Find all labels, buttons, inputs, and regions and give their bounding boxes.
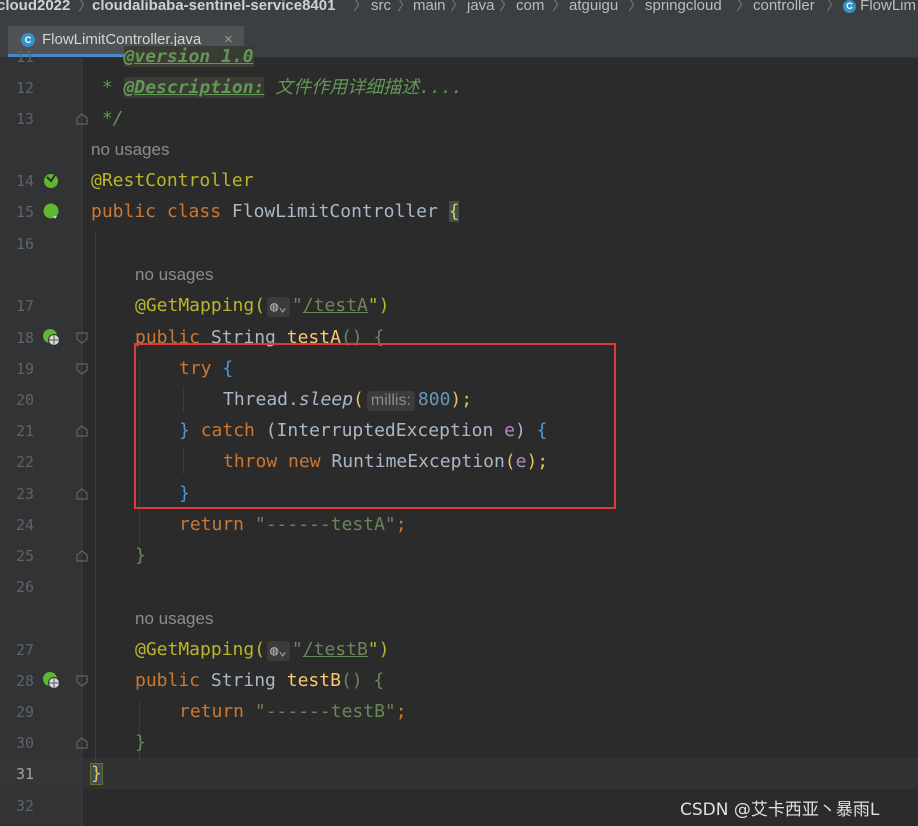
line-number: 25	[15, 547, 34, 565]
line-number: 18	[15, 329, 34, 347]
breadcrumb-separator-icon: 〉	[353, 0, 369, 14]
line-number: 12	[15, 79, 34, 97]
code-line: }	[135, 732, 146, 753]
breadcrumb-item[interactable]: java	[467, 0, 495, 13]
breadcrumb-item[interactable]: com	[516, 0, 544, 13]
spring-bean-icon[interactable]	[42, 171, 60, 189]
fold-end-icon[interactable]	[76, 550, 88, 562]
breadcrumb-item[interactable]: main	[413, 0, 446, 13]
breadcrumb-item-class[interactable]: C FlowLim	[843, 0, 916, 13]
class-icon: C	[843, 0, 856, 13]
line-number: 24	[15, 516, 34, 534]
highlight-box	[134, 343, 616, 509]
line-number-current: 31	[15, 765, 34, 783]
breadcrumb-item[interactable]: atguigu	[569, 0, 618, 13]
line-number: 11	[15, 48, 34, 66]
breadcrumb-separator-icon: 〉	[499, 0, 515, 14]
breadcrumb-item[interactable]: cloudalibaba-sentinel-service8401	[92, 0, 335, 13]
fold-end-icon[interactable]	[76, 737, 88, 749]
gutter-divider	[81, 58, 82, 826]
fold-start-icon[interactable]	[76, 332, 88, 344]
fold-end-icon[interactable]	[76, 488, 88, 500]
indent-guide	[95, 233, 96, 763]
line-number: 17	[15, 297, 34, 315]
line-number: 13	[15, 110, 34, 128]
breadcrumb-separator-icon: 〉	[78, 0, 94, 14]
watermark: CSDN @艾卡西亚丶暴雨L	[680, 800, 880, 820]
line-number: 22	[15, 453, 34, 471]
line-number: 15	[15, 203, 34, 221]
line-number: 30	[15, 734, 34, 752]
line-number: 28	[15, 672, 34, 690]
web-endpoint-icon[interactable]	[42, 328, 60, 346]
code-line: @version 1.0	[123, 46, 254, 67]
globe-icon[interactable]: ◍⌄	[267, 297, 290, 317]
line-number: 23	[15, 485, 34, 503]
usage-hint[interactable]: no usages	[91, 140, 169, 160]
line-number: 32	[15, 797, 34, 815]
code-line: @GetMapping(◍⌄ "/testB")	[135, 639, 390, 661]
breadcrumb-item[interactable]: springcloud	[645, 0, 722, 13]
breadcrumb-item[interactable]: src	[371, 0, 391, 13]
class-icon: C	[21, 33, 35, 47]
globe-icon[interactable]: ◍⌄	[267, 641, 290, 661]
code-line: @RestController	[91, 170, 254, 191]
line-number: 19	[15, 360, 34, 378]
breadcrumb: cloud2022 〉 cloudalibaba-sentinel-servic…	[0, 0, 918, 17]
fold-end-icon[interactable]	[76, 113, 88, 125]
code-line: */	[91, 108, 124, 129]
breadcrumb-separator-icon: 〉	[397, 0, 413, 14]
breadcrumb-item[interactable]: controller	[753, 0, 815, 13]
line-number: 16	[15, 235, 34, 253]
breadcrumb-separator-icon: 〉	[552, 0, 568, 14]
breadcrumb-separator-icon: 〉	[736, 0, 752, 14]
code-line: public class FlowLimitController {	[91, 201, 460, 222]
breadcrumb-separator-icon: 〉	[628, 0, 644, 14]
line-number: 27	[15, 641, 34, 659]
code-line: return "------testA";	[179, 514, 407, 535]
fold-start-icon[interactable]	[76, 675, 88, 687]
line-number: 29	[15, 703, 34, 721]
code-line: @GetMapping(◍⌄ "/testA")	[135, 295, 390, 317]
code-line: }	[135, 545, 146, 566]
line-number: 14	[15, 172, 34, 190]
code-line: * @Description: 文件作用详细描述....	[91, 77, 463, 98]
code-editor[interactable]: 11 12 13 14 15 16 17 18 19 20 21 22 23 2…	[0, 46, 918, 826]
spring-bean-icon[interactable]	[42, 202, 60, 220]
code-line: public String testB() {	[135, 670, 385, 691]
breadcrumb-item: FlowLim	[860, 0, 917, 14]
line-number: 21	[15, 422, 34, 440]
usage-hint[interactable]: no usages	[135, 265, 213, 285]
current-line-highlight	[83, 758, 918, 789]
fold-start-icon[interactable]	[76, 363, 88, 375]
usage-hint[interactable]: no usages	[135, 609, 213, 629]
web-endpoint-icon[interactable]	[42, 671, 60, 689]
breadcrumb-item[interactable]: cloud2022	[0, 0, 70, 13]
line-number: 20	[15, 391, 34, 409]
breadcrumb-separator-icon: 〉	[450, 0, 466, 14]
breadcrumb-separator-icon: 〉	[826, 0, 842, 14]
fold-end-icon[interactable]	[76, 425, 88, 437]
code-line-closing-brace: }	[90, 763, 103, 785]
line-number: 26	[15, 578, 34, 596]
code-line: return "------testB";	[179, 701, 407, 722]
